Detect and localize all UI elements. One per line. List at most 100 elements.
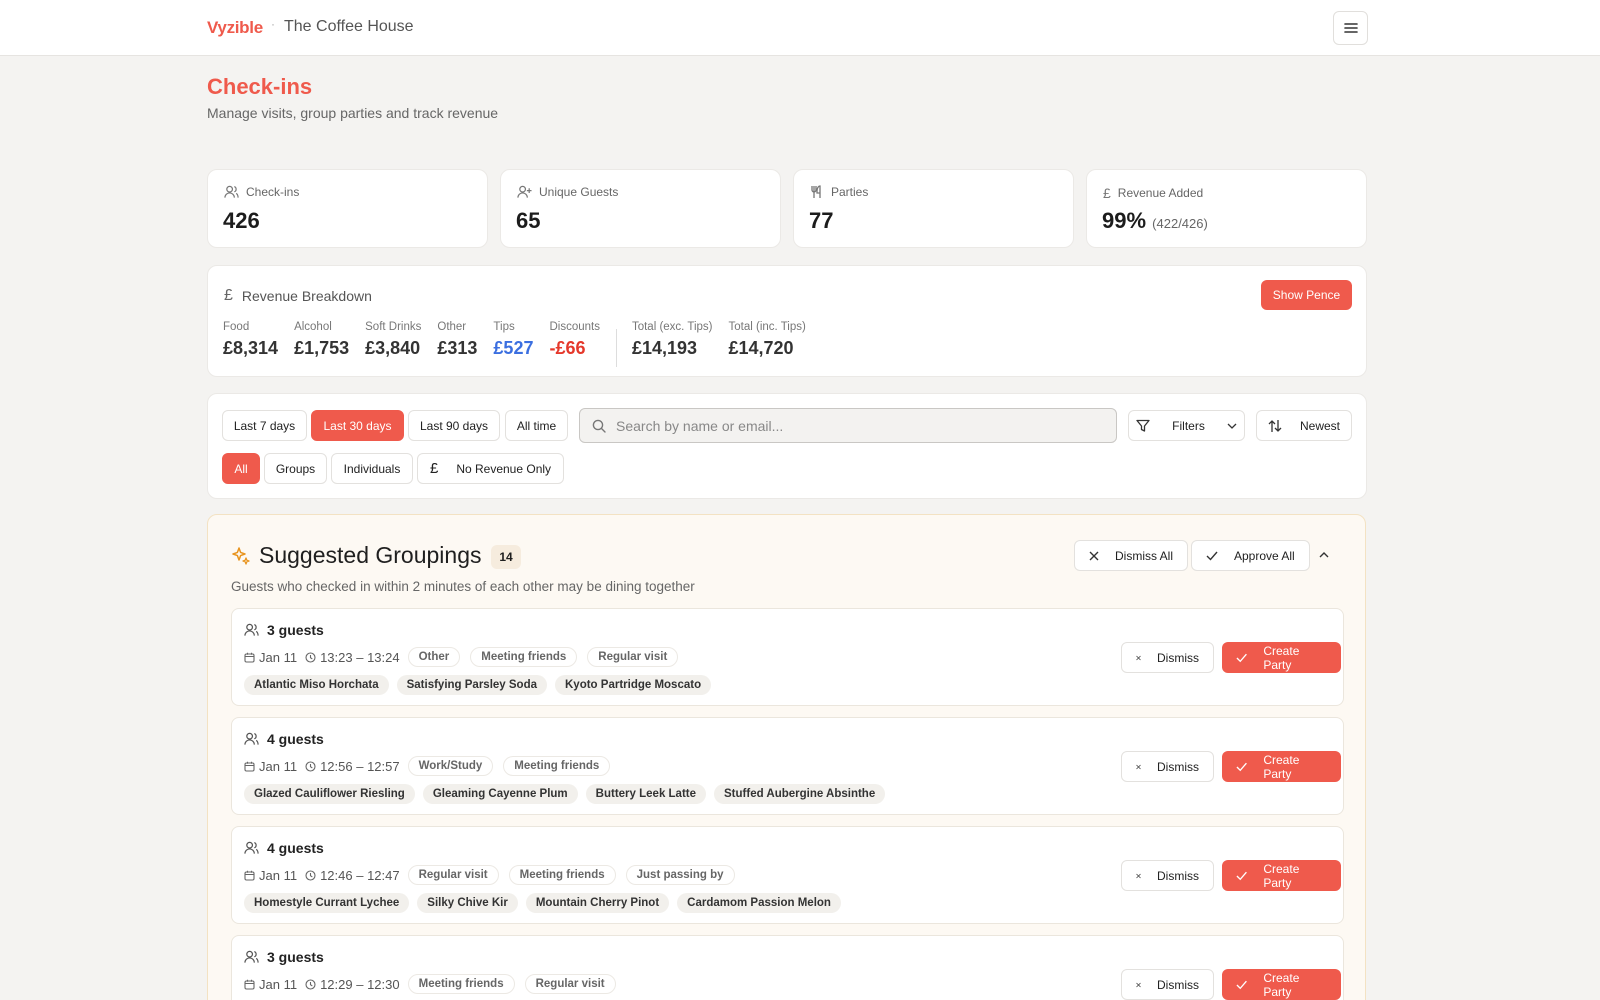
dismiss-button[interactable]: Dismiss: [1121, 751, 1214, 782]
range-all-time[interactable]: All time: [505, 410, 568, 441]
collapse-button[interactable]: [1314, 545, 1334, 565]
group-date: Jan 11: [244, 759, 297, 774]
visit-tag: Just passing by: [625, 865, 735, 885]
show-pence-button[interactable]: Show Pence: [1261, 280, 1352, 310]
revenue-item-alcohol: Alcohol £1,753: [294, 321, 350, 358]
revenue-item-discounts: Discounts -£66: [549, 321, 600, 358]
stat-card-revenue-added: £ Revenue Added 99% (422/426): [1086, 169, 1367, 248]
visit-tag: Meeting friends: [503, 756, 611, 776]
revenue-value: £8,314: [223, 338, 279, 358]
stat-value: 426: [223, 208, 260, 233]
no-revenue-label: No Revenue Only: [456, 461, 552, 476]
type-all[interactable]: All: [222, 453, 260, 484]
dismiss-button[interactable]: Dismiss: [1121, 642, 1214, 673]
visit-tag: Meeting friends: [508, 865, 616, 885]
type-individuals[interactable]: Individuals: [331, 453, 413, 484]
revenue-value: £3,840: [365, 338, 421, 358]
stat-value: 65: [516, 208, 541, 233]
dismiss-all-button[interactable]: Dismiss All: [1074, 540, 1189, 571]
range-last-90-days[interactable]: Last 90 days: [408, 410, 500, 441]
stat-card-parties: Parties 77: [793, 169, 1074, 248]
revenue-total-exc-tips: Total (exc. Tips) £14,193: [631, 321, 713, 358]
group-heading: 4 guests: [244, 840, 324, 856]
group-meta: Jan 11 13:23 – 13:24 Other Meeting frien…: [244, 647, 688, 667]
group-time: 13:23 – 13:24: [305, 650, 400, 665]
search-input[interactable]: [616, 417, 1096, 434]
users-icon: [244, 732, 259, 745]
sparkles-icon: [232, 546, 250, 565]
group-date: Jan 11: [244, 650, 297, 665]
group-date: Jan 11: [244, 977, 297, 992]
range-last-30-days[interactable]: Last 30 days: [311, 410, 404, 441]
range-last-7-days[interactable]: Last 7 days: [222, 410, 307, 441]
check-icon: [1236, 871, 1247, 880]
guest-chip: Silky Chive Kir: [417, 893, 518, 913]
users-icon: [244, 950, 259, 963]
close-icon: [1136, 982, 1141, 987]
top-bar: Vyzible · The Coffee House: [0, 0, 1600, 56]
approve-all-button[interactable]: Approve All: [1191, 540, 1310, 571]
calendar-icon: [244, 979, 255, 990]
sort-button[interactable]: Newest: [1256, 410, 1352, 441]
clock-icon: [305, 760, 316, 772]
suggested-group-card: 3 guests Jan 11 12:29 – 12:30 Meeting fr…: [231, 935, 1344, 1000]
stat-label-row: Unique Guests: [517, 185, 618, 199]
guest-chip: Kyoto Partridge Moscato: [555, 675, 712, 695]
stat-label: Unique Guests: [539, 185, 619, 199]
revenue-item-other: Other £313: [437, 321, 478, 358]
suggestion-count-badge: 14: [491, 545, 521, 569]
revenue-breakdown-title: £ Revenue Breakdown: [224, 287, 372, 304]
visit-tag: Regular visit: [587, 647, 679, 667]
users-icon: [224, 185, 239, 198]
group-time: 12:46 – 12:47: [305, 868, 400, 883]
brand-separator: ·: [271, 17, 275, 31]
dismiss-button[interactable]: Dismiss: [1121, 860, 1214, 891]
check-icon: [1206, 551, 1218, 561]
revenue-value: £313: [437, 338, 478, 358]
brand-logo[interactable]: Vyzible: [207, 18, 263, 38]
group-time: 12:29 – 12:30: [305, 977, 400, 992]
search-icon: [592, 419, 606, 433]
type-no-revenue-only[interactable]: £ No Revenue Only: [417, 453, 564, 484]
close-icon: [1136, 873, 1141, 878]
guest-chip: Glazed Cauliflower Riesling: [244, 784, 415, 804]
revenue-total-inc-tips: Total (inc. Tips) £14,720: [728, 321, 806, 358]
clock-icon: [305, 978, 316, 990]
type-groups[interactable]: Groups: [264, 453, 327, 484]
group-meta: Jan 11 12:46 – 12:47 Regular visit Meeti…: [244, 865, 745, 885]
close-icon: [1089, 551, 1099, 560]
check-icon: [1236, 762, 1247, 771]
calendar-icon: [244, 870, 255, 881]
guest-names: Glazed Cauliflower Riesling Gleaming Cay…: [244, 784, 893, 804]
group-meta: Jan 11 12:29 – 12:30 Meeting friends Reg…: [244, 974, 626, 994]
suggested-groupings-title: Suggested Groupings: [231, 542, 482, 569]
create-party-button[interactable]: Create Party: [1222, 751, 1341, 782]
filters-dropdown[interactable]: Filters: [1128, 410, 1245, 441]
stat-value: 99% (422/426): [1102, 208, 1208, 233]
page-title: Check-ins: [207, 74, 313, 99]
visit-tag: Regular visit: [407, 865, 499, 885]
create-party-button[interactable]: Create Party: [1222, 969, 1341, 1000]
users-icon: [244, 841, 259, 854]
create-party-button[interactable]: Create Party: [1222, 860, 1341, 891]
guest-chip: Gleaming Cayenne Plum: [422, 784, 578, 804]
revenue-item-tips: Tips £527: [493, 321, 534, 358]
create-party-button[interactable]: Create Party: [1222, 642, 1341, 673]
pound-icon: £: [1103, 185, 1111, 201]
users-icon: [244, 623, 259, 636]
suggested-groupings-subtitle: Guests who checked in within 2 minutes o…: [231, 579, 695, 594]
guest-chip: Homestyle Currant Lychee: [244, 893, 410, 913]
menu-button[interactable]: [1333, 11, 1368, 45]
group-meta: Jan 11 12:56 – 12:57 Work/Study Meeting …: [244, 756, 620, 776]
revenue-value-discounts: -£66: [549, 338, 586, 358]
group-time: 12:56 – 12:57: [305, 759, 400, 774]
stat-card-unique-guests: Unique Guests 65: [500, 169, 781, 248]
guest-names: Homestyle Currant Lychee Silky Chive Kir…: [244, 893, 849, 913]
revenue-item-soft-drinks: Soft Drinks £3,840: [365, 321, 422, 358]
dismiss-button[interactable]: Dismiss: [1121, 969, 1214, 1000]
group-heading: 3 guests: [244, 949, 324, 965]
clock-icon: [305, 869, 316, 881]
check-icon: [1236, 653, 1247, 662]
revenue-breakdown-card: £ Revenue Breakdown Show Pence Food £8,31…: [207, 265, 1367, 377]
filters-label: Filters: [1172, 418, 1205, 433]
